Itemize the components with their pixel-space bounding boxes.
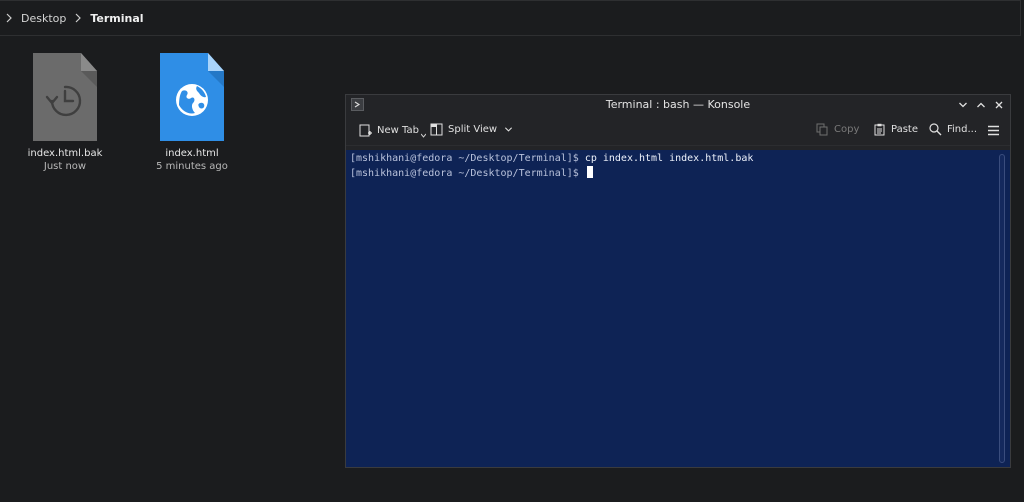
chevron-down-icon — [505, 127, 513, 132]
breadcrumb-item-desktop[interactable]: Desktop — [16, 12, 71, 25]
terminal-line: [mshikhani@fedora ~/Desktop/Terminal]$ — [350, 166, 1010, 181]
split-view-button[interactable]: Split View — [430, 123, 513, 136]
copy-button[interactable]: Copy — [816, 123, 859, 136]
backup-file-icon — [33, 53, 97, 141]
file-item-html[interactable]: index.html 5 minutes ago — [137, 53, 247, 173]
file-modified-time: Just now — [43, 161, 87, 172]
file-name: index.html — [165, 148, 219, 159]
chevron-up-icon — [977, 102, 985, 108]
breadcrumb-item-terminal[interactable]: Terminal — [85, 12, 148, 25]
copy-label: Copy — [834, 124, 860, 135]
minimize-button[interactable] — [956, 97, 970, 113]
paste-button[interactable]: Paste — [873, 123, 918, 136]
terminal-area[interactable]: [mshikhani@fedora ~/Desktop/Terminal]$ c… — [346, 150, 1010, 467]
split-view-label: Split View — [448, 124, 498, 135]
shell-prompt: [mshikhani@fedora ~/Desktop/Terminal]$ — [350, 168, 579, 179]
find-label: Find... — [947, 124, 978, 135]
text-cursor — [586, 166, 593, 178]
terminal-scrollbar[interactable] — [999, 154, 1005, 463]
konsole-toolbar: New Tab Split View Copy Paste Find... — [346, 115, 1010, 146]
search-icon — [929, 123, 942, 136]
split-view-icon — [430, 123, 443, 136]
chevron-down-icon — [959, 102, 967, 108]
maximize-button[interactable] — [974, 97, 988, 113]
hamburger-icon — [988, 125, 999, 136]
window-title: Terminal : bash — Konsole — [605, 98, 751, 111]
file-modified-time: 5 minutes ago — [156, 161, 228, 172]
paste-label: Paste — [891, 124, 918, 135]
new-tab-icon — [359, 124, 372, 137]
chevron-right-icon — [71, 13, 85, 23]
file-item-backup[interactable]: index.html.bak Just now — [10, 53, 120, 173]
copy-icon — [816, 123, 828, 136]
breadcrumb: Desktop Terminal — [0, 0, 1021, 36]
shell-prompt: [mshikhani@fedora ~/Desktop/Terminal]$ — [350, 153, 579, 164]
new-tab-label: New Tab — [377, 125, 419, 136]
paste-icon — [874, 123, 885, 136]
close-icon — [995, 101, 1003, 109]
menu-arrow-icon — [420, 133, 426, 138]
file-name: index.html.bak — [27, 148, 103, 159]
chevron-right-icon — [2, 13, 16, 23]
hamburger-menu-button[interactable] — [987, 124, 1000, 137]
window-titlebar[interactable]: Terminal : bash — Konsole — [346, 95, 1010, 115]
html-file-icon — [160, 53, 224, 141]
close-button[interactable] — [992, 97, 1006, 113]
konsole-window: Terminal : bash — Konsole New Tab Split … — [345, 94, 1011, 468]
new-tab-button[interactable]: New Tab — [359, 123, 426, 138]
find-button[interactable]: Find... — [929, 123, 977, 136]
terminal-line: [mshikhani@fedora ~/Desktop/Terminal]$ c… — [350, 152, 1010, 166]
shell-command: cp index.html index.html.bak — [584, 153, 754, 164]
